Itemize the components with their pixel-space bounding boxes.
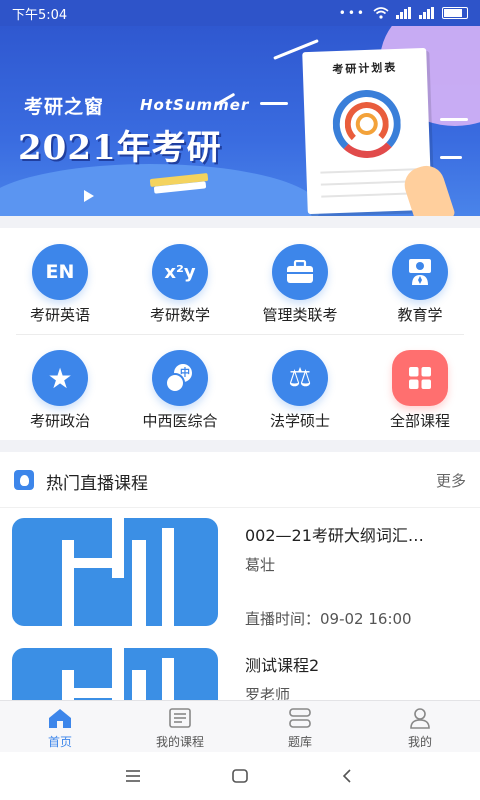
home-nav-button[interactable] [220,761,260,791]
plan-sheet-line [321,192,418,198]
back-icon [342,769,351,783]
status-time: 下午5:04 [12,7,68,23]
category-label: 考研英语 [29,306,90,324]
bottom-tab-bar: 首页 我的课程 题库 我的 [0,700,480,752]
back-nav-button[interactable] [327,761,367,791]
course-title: 测试课程2 [245,656,320,675]
promo-banner[interactable]: 考研之窗 HotSummer 2021年考研 考研计划表 [0,26,480,216]
category-label: 考研数学 [149,306,210,324]
menu-icon [126,770,141,782]
grid-icon [392,350,448,406]
section-divider [0,440,480,452]
course-teacher: 葛壮 [245,556,276,574]
category-grid: EN 考研英语 x²y 考研数学 管理类联考 教育学 ★ 考研政治 中 中西医综… [0,228,480,440]
banner-headline: 2021年考研 [18,128,222,168]
star-icon: ★ [32,350,88,406]
signal-icon-2 [419,7,435,19]
category-label: 教育学 [397,306,443,324]
wifi-icon [373,7,389,19]
chat-bubble-char: 中 [180,368,190,379]
category-english[interactable]: EN 考研英语 [0,228,120,334]
category-label: 考研政治 [29,412,90,430]
question-bank-icon [289,708,311,728]
course-teacher: 罗老师 [245,686,291,700]
course-thumbnail [12,518,218,626]
menu-nav-button[interactable] [113,761,153,791]
signal-icon [396,7,412,19]
banner-deco-line [440,156,462,159]
live-courses-section: 热门直播课程 更多 002—21考研大纲词汇… 葛壮 直播时间：09-02 16… [0,452,480,700]
more-link[interactable]: 更多 [436,470,466,491]
app-screen: 下午5:04 ••• 考研之窗 HotSummer 2021年考研 考研计划表 [0,0,480,800]
category-label: 法学硕士 [269,412,330,430]
plan-sheet-line [320,168,417,174]
category-label: 管理类联考 [262,306,338,324]
en-icon: EN [32,244,88,300]
category-math[interactable]: x²y 考研数学 [120,228,240,334]
banner-tagline: HotSummer [140,96,250,114]
category-label: 全部课程 [389,412,450,430]
plan-sheet-line [320,180,417,186]
section-divider [0,216,480,228]
tab-label: 题库 [287,735,312,749]
fire-icon [14,470,34,490]
category-education[interactable]: 教育学 [360,228,480,334]
category-label: 中西医综合 [142,412,218,430]
tab-label: 我的课程 [155,735,204,749]
courses-icon [169,708,191,728]
course-card[interactable]: 002—21考研大纲词汇… 葛壮 直播时间：09-02 16:00 [0,508,480,638]
chat-bubbles-icon: 中 [152,350,208,406]
teacher-icon [392,244,448,300]
tab-label: 首页 [47,735,72,749]
profile-icon [410,708,430,729]
category-medicine[interactable]: 中 中西医综合 [120,334,240,440]
course-card[interactable]: 测试课程2 罗老师 [0,638,480,700]
math-icon: x²y [152,244,208,300]
tab-home[interactable]: 首页 [0,701,120,752]
scales-icon: ⚖ [272,350,328,406]
square-icon [232,769,248,783]
category-politics[interactable]: ★ 考研政治 [0,334,120,440]
tab-question-bank[interactable]: 题库 [240,701,360,752]
course-title: 002—21考研大纲词汇… [245,526,424,545]
tab-my-courses[interactable]: 我的课程 [120,701,240,752]
banner-brand: 考研之窗 [24,96,105,118]
category-law[interactable]: ⚖ 法学硕士 [240,334,360,440]
home-icon [49,709,71,728]
category-all-courses[interactable]: 全部课程 [360,334,480,440]
banner-deco-line [260,102,288,105]
briefcase-icon [272,244,328,300]
plan-sheet-title: 考研计划表 [332,60,398,77]
course-thumbnail [12,648,218,700]
section-header: 热门直播课程 更多 [0,452,480,508]
status-bar: 下午5:04 ••• [0,0,480,26]
tab-label: 我的 [407,735,432,749]
banner-deco-line [440,118,468,121]
course-live-time: 直播时间：09-02 16:00 [245,610,412,628]
system-nav-bar [0,752,480,800]
banner-deco-triangle [84,190,94,202]
section-title: 热门直播课程 [46,474,148,494]
status-icons: ••• [339,6,468,20]
notification-dots: ••• [338,6,366,20]
category-management[interactable]: 管理类联考 [240,228,360,334]
battery-icon [442,7,468,19]
tab-profile[interactable]: 我的 [360,701,480,752]
